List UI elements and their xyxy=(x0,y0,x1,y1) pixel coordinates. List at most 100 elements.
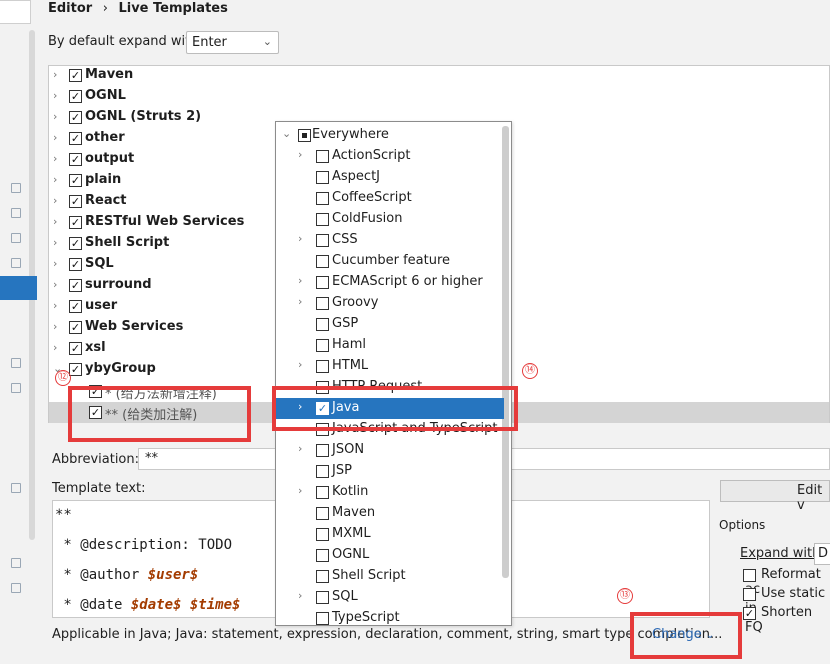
popup-item[interactable]: Cucumber feature xyxy=(276,251,504,272)
chevron-right-icon[interactable]: › xyxy=(53,110,57,123)
checkbox[interactable]: ✓ xyxy=(69,90,82,103)
chevron-right-icon[interactable]: › xyxy=(298,442,302,455)
popup-root-row[interactable]: ⌄ Everywhere xyxy=(276,125,504,146)
checkbox[interactable]: ✓ xyxy=(69,195,82,208)
chevron-right-icon[interactable]: › xyxy=(53,194,57,207)
popup-item[interactable]: › Kotlin xyxy=(276,482,504,503)
checkbox[interactable] xyxy=(316,150,329,163)
chevron-right-icon[interactable]: › xyxy=(53,215,57,228)
chevron-down-icon[interactable]: ⌄ xyxy=(282,127,291,140)
checkbox[interactable] xyxy=(316,171,329,184)
popup-item[interactable]: Shell Script xyxy=(276,566,504,587)
code-line: * @date $date$ $time$ xyxy=(55,597,240,613)
popup-item[interactable]: › SQL xyxy=(276,587,504,608)
chevron-right-icon[interactable]: › xyxy=(53,89,57,102)
checkbox[interactable] xyxy=(316,360,329,373)
popup-item[interactable]: GSP xyxy=(276,314,504,335)
checkbox[interactable] xyxy=(316,591,329,604)
checkbox[interactable] xyxy=(743,569,756,582)
checkbox[interactable] xyxy=(316,570,329,583)
group-label: Maven xyxy=(85,67,134,82)
checkbox[interactable]: ✓ xyxy=(69,153,82,166)
checkbox[interactable]: ✓ xyxy=(69,69,82,82)
popup-item[interactable]: › ECMAScript 6 or higher xyxy=(276,272,504,293)
checkbox[interactable]: ✓ xyxy=(69,111,82,124)
group-label: other xyxy=(85,130,125,145)
checkbox[interactable] xyxy=(316,549,329,562)
popup-item[interactable]: › Groovy xyxy=(276,293,504,314)
chevron-right-icon[interactable]: › xyxy=(53,68,57,81)
chevron-right-icon[interactable]: › xyxy=(298,589,302,602)
checkbox[interactable] xyxy=(316,612,329,625)
checkbox[interactable] xyxy=(316,444,329,457)
checkbox[interactable]: ✓ xyxy=(69,321,82,334)
chevron-right-icon[interactable]: › xyxy=(53,131,57,144)
tree-group[interactable]: › ✓ OGNL xyxy=(49,87,829,108)
popup-item[interactable]: MXML xyxy=(276,524,504,545)
popup-item[interactable]: OGNL xyxy=(276,545,504,566)
popup-item[interactable]: JSP xyxy=(276,461,504,482)
checkbox[interactable]: ✓ xyxy=(69,258,82,271)
checkbox[interactable] xyxy=(316,528,329,541)
popup-item[interactable]: › HTML xyxy=(276,356,504,377)
checkbox[interactable]: ✓ xyxy=(69,279,82,292)
context-popup[interactable]: ⌄ Everywhere › ActionScript AspectJ CoffeeSc… xyxy=(275,121,512,626)
chevron-right-icon[interactable]: › xyxy=(53,299,57,312)
popup-item[interactable]: AspectJ xyxy=(276,167,504,188)
checkbox[interactable]: ✓ xyxy=(69,216,82,229)
chevron-right-icon[interactable]: › xyxy=(53,320,57,333)
chevron-right-icon[interactable]: › xyxy=(53,257,57,270)
popup-item[interactable]: Maven xyxy=(276,503,504,524)
chevron-right-icon[interactable]: › xyxy=(298,358,302,371)
partial-checkbox[interactable] xyxy=(298,129,311,142)
context-label: ColdFusion xyxy=(332,211,403,226)
chevron-right-icon[interactable]: › xyxy=(298,148,302,161)
checkbox[interactable] xyxy=(316,234,329,247)
checkbox[interactable] xyxy=(316,213,329,226)
expand-select[interactable]: Enter ⌄ xyxy=(186,31,279,54)
checkbox[interactable]: ✓ xyxy=(69,174,82,187)
popup-item[interactable]: › ActionScript xyxy=(276,146,504,167)
checkbox[interactable] xyxy=(316,339,329,352)
popup-item[interactable]: › CSS xyxy=(276,230,504,251)
checkbox[interactable]: ✓ xyxy=(69,300,82,313)
breadcrumb-parent[interactable]: Editor xyxy=(48,1,92,16)
checkbox[interactable] xyxy=(316,486,329,499)
chevron-right-icon[interactable]: › xyxy=(53,236,57,249)
code-line: * @author $user$ xyxy=(55,567,198,583)
group-label: output xyxy=(85,151,135,166)
popup-item[interactable]: Haml xyxy=(276,335,504,356)
checkbox[interactable] xyxy=(316,318,329,331)
popup-item[interactable]: ColdFusion xyxy=(276,209,504,230)
expand-with-select[interactable]: D xyxy=(814,543,830,565)
checkbox[interactable]: ✓ xyxy=(69,342,82,355)
checkbox[interactable] xyxy=(316,192,329,205)
tree-group[interactable]: › ✓ Maven xyxy=(49,66,829,87)
checkbox[interactable] xyxy=(743,588,756,601)
chevron-right-icon[interactable]: › xyxy=(53,341,57,354)
chevron-right-icon[interactable]: › xyxy=(53,152,57,165)
popup-item[interactable]: CoffeeScript xyxy=(276,188,504,209)
checkbox[interactable] xyxy=(316,276,329,289)
checkbox[interactable]: ✓ xyxy=(69,363,82,376)
checkbox[interactable] xyxy=(316,297,329,310)
checkbox[interactable] xyxy=(316,507,329,520)
context-label: Haml xyxy=(332,337,367,352)
shorten-fq-option[interactable]: ✓ Shorten FQ xyxy=(743,605,830,635)
chevron-right-icon[interactable]: › xyxy=(53,173,57,186)
checkbox[interactable]: ✓ xyxy=(69,132,82,145)
chevron-right-icon[interactable]: › xyxy=(298,274,302,287)
checkbox[interactable]: ✓ xyxy=(743,607,756,620)
checkbox[interactable] xyxy=(316,465,329,478)
chevron-right-icon[interactable]: › xyxy=(53,278,57,291)
gutter-selected-item[interactable] xyxy=(0,276,37,300)
search-box[interactable] xyxy=(0,0,31,24)
checkbox[interactable]: ✓ xyxy=(69,237,82,250)
chevron-right-icon[interactable]: › xyxy=(298,484,302,497)
popup-item[interactable]: › JSON xyxy=(276,440,504,461)
checkbox[interactable] xyxy=(316,255,329,268)
edit-variables-button[interactable]: Edit v xyxy=(720,480,830,513)
chevron-right-icon[interactable]: › xyxy=(298,232,302,245)
chevron-right-icon[interactable]: › xyxy=(298,295,302,308)
popup-item[interactable]: TypeScript xyxy=(276,608,504,625)
